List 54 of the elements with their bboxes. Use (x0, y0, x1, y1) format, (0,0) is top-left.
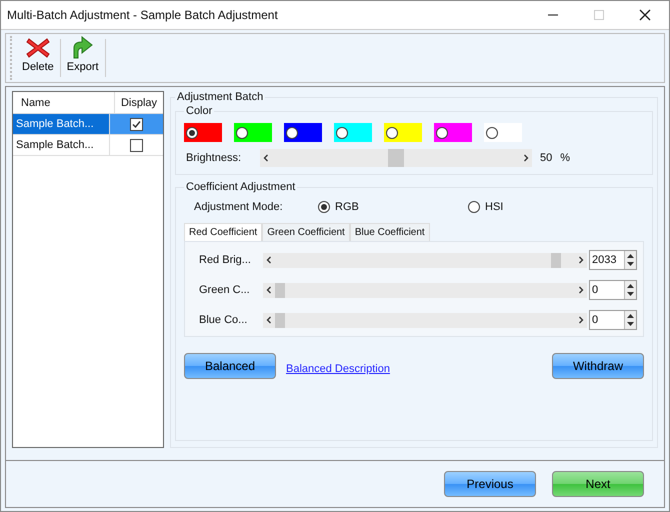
group-title: Coefficient Adjustment (185, 181, 296, 193)
color-option[interactable] (384, 123, 422, 142)
mode-radio[interactable]: HSI (468, 201, 618, 213)
coefficient-label: Blue Co... (199, 314, 248, 326)
withdraw-button[interactable]: Withdraw (552, 353, 644, 379)
spin-arrows-icon (626, 282, 635, 298)
slider-thumb[interactable] (275, 312, 285, 328)
group-title: Color (185, 105, 214, 117)
batch-row[interactable]: Sample Batch... (13, 114, 163, 135)
close-icon[interactable] (639, 9, 651, 21)
coefficient-slider[interactable] (263, 252, 587, 268)
batch-row[interactable]: Sample Batch... (13, 135, 163, 156)
color-option[interactable] (234, 123, 272, 142)
display-checkbox[interactable] (130, 138, 143, 152)
coefficient-label: Green C... (199, 284, 251, 296)
toolbar-button[interactable]: Export (62, 36, 103, 80)
slider-thumb[interactable] (550, 252, 560, 268)
unit-label: % (560, 152, 570, 164)
brightness-slider[interactable] (260, 149, 532, 167)
toolbar-button[interactable]: Delete (18, 36, 58, 80)
coefficient-slider[interactable] (263, 282, 587, 298)
previous-button[interactable]: Previous (444, 471, 536, 497)
mode-radio[interactable]: RGB (318, 201, 468, 213)
coefficient-tab[interactable]: Blue Coefficient (350, 223, 430, 241)
color-option[interactable] (484, 123, 522, 142)
spin-arrows-icon (626, 312, 635, 328)
slider-thumb[interactable] (275, 282, 285, 298)
spin-arrows-icon (626, 252, 635, 268)
column-header: Name (13, 92, 115, 113)
description-link[interactable]: Balanced Description (286, 363, 390, 375)
cross-icon (24, 36, 51, 60)
color-option[interactable] (334, 123, 372, 142)
slider-thumb[interactable] (388, 149, 404, 167)
coefficient-tab[interactable]: Red Coefficient (184, 223, 262, 241)
number-spinner[interactable]: 0 (589, 280, 637, 300)
balanced-button[interactable]: Balanced (184, 353, 276, 379)
color-option[interactable] (434, 123, 472, 142)
batch-name: Sample Batch... (13, 135, 110, 155)
color-option[interactable] (184, 123, 222, 142)
coefficient-label: Red Brig... (199, 254, 252, 266)
number-spinner[interactable]: 2033 (589, 250, 637, 270)
brightness-value: 50 (540, 152, 552, 164)
column-header: Display (120, 96, 158, 110)
color-option[interactable] (284, 123, 322, 142)
number-spinner[interactable]: 0 (589, 310, 637, 330)
window-title: Multi-Batch Adjustment - Sample Batch Adjustment (7, 8, 279, 22)
mode-label: Adjustment Mode: (194, 201, 284, 213)
group-title: Adjustment Batch (176, 91, 264, 103)
next-button[interactable]: Next (552, 471, 644, 497)
coefficient-tab[interactable]: Green Coefficient (262, 223, 350, 241)
brightness-label: Brightness: (185, 152, 242, 164)
display-checkbox[interactable] (130, 118, 143, 130)
batch-name: Sample Batch... (13, 114, 110, 134)
coefficient-slider[interactable] (263, 312, 587, 328)
